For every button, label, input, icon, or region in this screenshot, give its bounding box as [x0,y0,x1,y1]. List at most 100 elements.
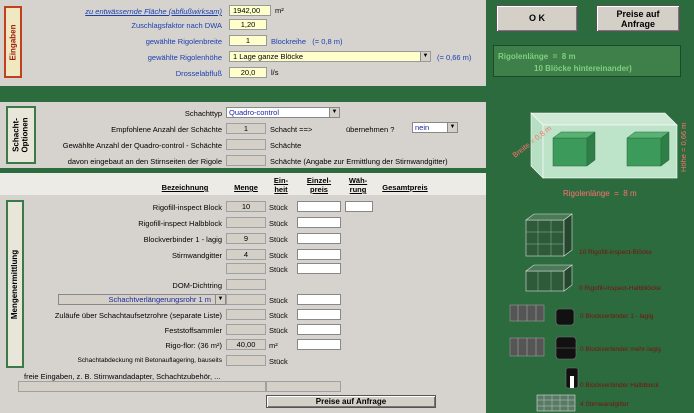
row-unit: Stück [269,203,288,212]
recommended-value: 1 [226,123,266,134]
chevron-down-icon[interactable]: ▼ [447,123,457,132]
header-unit-2: heit [274,185,288,194]
chevron-down-icon[interactable]: ▼ [329,108,339,117]
accept-value: nein [415,123,430,132]
face-input[interactable] [226,155,266,166]
throttle-input[interactable]: 20,0 [229,67,267,78]
width-label: gewählte Rigolenbreite [145,37,222,46]
quote-button-top[interactable]: Preise auf Anfrage [596,5,680,32]
shaft-type-select[interactable]: Quadro-control ▼ [226,107,340,118]
throttle-unit: l/s [271,68,279,77]
inputs-tab-label: Eingaben [8,23,18,61]
row-qty[interactable] [226,355,266,366]
half-block-product-image [525,264,573,292]
header-currency-2: rung [349,185,367,194]
row-qty[interactable]: 9 [226,233,266,244]
row-unit: Stück [269,251,288,260]
chevron-down-icon[interactable]: ▼ [420,52,430,61]
product-label: 10 Rigofill-inspect-Blöcke [579,249,652,256]
shaft-type-value: Quadro-control [229,108,280,117]
header-designation: Bezeichnung [161,183,209,192]
extension-pipe-value: Schachtverlängerungsrohr 1 m [108,295,211,304]
row-unit-price[interactable] [297,263,341,274]
row-qty[interactable] [226,294,266,305]
block-right [626,131,670,167]
product-label: 0 Blockverbinder mehr-lagig [580,346,661,353]
row-qty[interactable]: 40,00 [226,339,266,350]
row-name: Zuläufe über Schachtaufsetzrohre (separa… [54,311,222,320]
row-name: Blockverbinder 1 - lagig [143,235,222,244]
row-unit-price[interactable] [297,309,341,320]
face-suffix: Schächte (Angabe zur Ermittlung der Stir… [270,157,448,166]
factor-label: Zuschlagsfaktor nach DWA [131,21,222,30]
header-currency-1: Wäh- [348,176,368,185]
block-left [552,131,596,167]
row-qty[interactable] [226,263,266,274]
row-currency[interactable] [345,201,373,212]
row-name: Stirnwandgitter [171,251,222,260]
result-line1: Rigolenlänge = 8 m [498,52,576,61]
row-qty[interactable] [226,309,266,320]
quantities-tab: Mengenermittlung [6,200,24,368]
height-select[interactable]: 1 Lage ganze Blöcke ▼ [229,51,431,62]
accept-label: übernehmen ? [346,125,395,134]
area-unit: m² [275,6,284,15]
result-line2: 10 Blöcke hintereinander) [534,64,632,73]
row-qty[interactable]: 10 [226,201,266,212]
area-label: zu entwässernde Fläche (abflußwirksam) [85,7,222,16]
header-unit-price: Einzel- preis [297,176,341,194]
free-input-field[interactable] [18,381,266,392]
quote-button-bottom[interactable]: Preise auf Anfrage [266,395,436,408]
header-total-price: Gesamtpreis [382,183,428,192]
row-unit-price[interactable] [297,339,341,350]
area-input[interactable]: 1942,00 [229,5,271,16]
extension-pipe-select[interactable]: Schachtverlängerungsrohr 1 m ▼ [58,294,226,305]
header-unit-price-2: preis [310,185,328,194]
shaft-type-label: Schachttyp [184,109,222,118]
row-name: Rigofill-inspect Halbblock [138,219,222,228]
chevron-down-icon[interactable]: ▼ [215,295,225,304]
trench-diagram: Breite = 0,8 m Höhe = 0,66 m Rigolenläng… [511,112,688,198]
header-unit-price-1: Einzel- [306,176,332,185]
ok-button[interactable]: O K [496,5,578,32]
quote-button-top-line2: Anfrage [620,19,655,29]
block-product-image [525,213,573,257]
header-currency: Wäh- rung [343,176,373,194]
quantities-tab-label: Mengenermittlung [10,249,20,319]
recommended-suffix: Schacht ==> [270,125,313,134]
inputs-tab: Eingaben [4,6,22,78]
trench-top-face [530,112,678,126]
quote-button-top-line1: Preise auf [616,9,660,19]
recommended-label: Empfohlene Anzahl der Schächte [111,125,222,134]
row-unit-price[interactable] [297,217,341,228]
free-input-qty[interactable] [266,381,341,392]
row-unit: Stück [269,326,288,335]
chosen-suffix: Schächte [270,141,302,150]
width-input[interactable]: 1 [229,35,267,46]
product-label: 0 Blockverbinder 1 - lagig [580,313,654,320]
row-unit-price[interactable] [297,201,341,212]
row-unit-price[interactable] [297,294,341,305]
row-unit-price[interactable] [297,233,341,244]
connector-multi-image-a [509,337,545,357]
accept-select[interactable]: nein ▼ [412,122,458,133]
factor-input[interactable]: 1,20 [229,19,267,30]
result-box: Rigolenlänge = 8 m 10 Blöcke hintereinan… [493,45,681,77]
row-qty[interactable] [226,217,266,228]
height-dim-label: Höhe = 0,66 m [679,123,688,172]
row-unit: Stück [269,235,288,244]
height-select-value: 1 Lage ganze Blöcke [233,52,304,61]
row-qty[interactable]: 4 [226,249,266,260]
connector-single-image-a [509,304,545,322]
length-dim-label: Rigolenlänge = 8 m [563,189,637,198]
throttle-label: Drosselabfluß [175,69,222,78]
row-unit-price[interactable] [297,324,341,335]
row-qty[interactable] [226,324,266,335]
row-unit-price[interactable] [297,249,341,260]
free-input-label: freie Eingaben, z. B. Stirnwandadapter, … [24,372,221,381]
chosen-input[interactable] [226,139,266,150]
height-unit: (= 0,66 m) [437,53,472,62]
connector-single-image-b [555,308,575,326]
row-qty[interactable] [226,279,266,290]
row-name: DOM-Dichtring [172,281,222,290]
